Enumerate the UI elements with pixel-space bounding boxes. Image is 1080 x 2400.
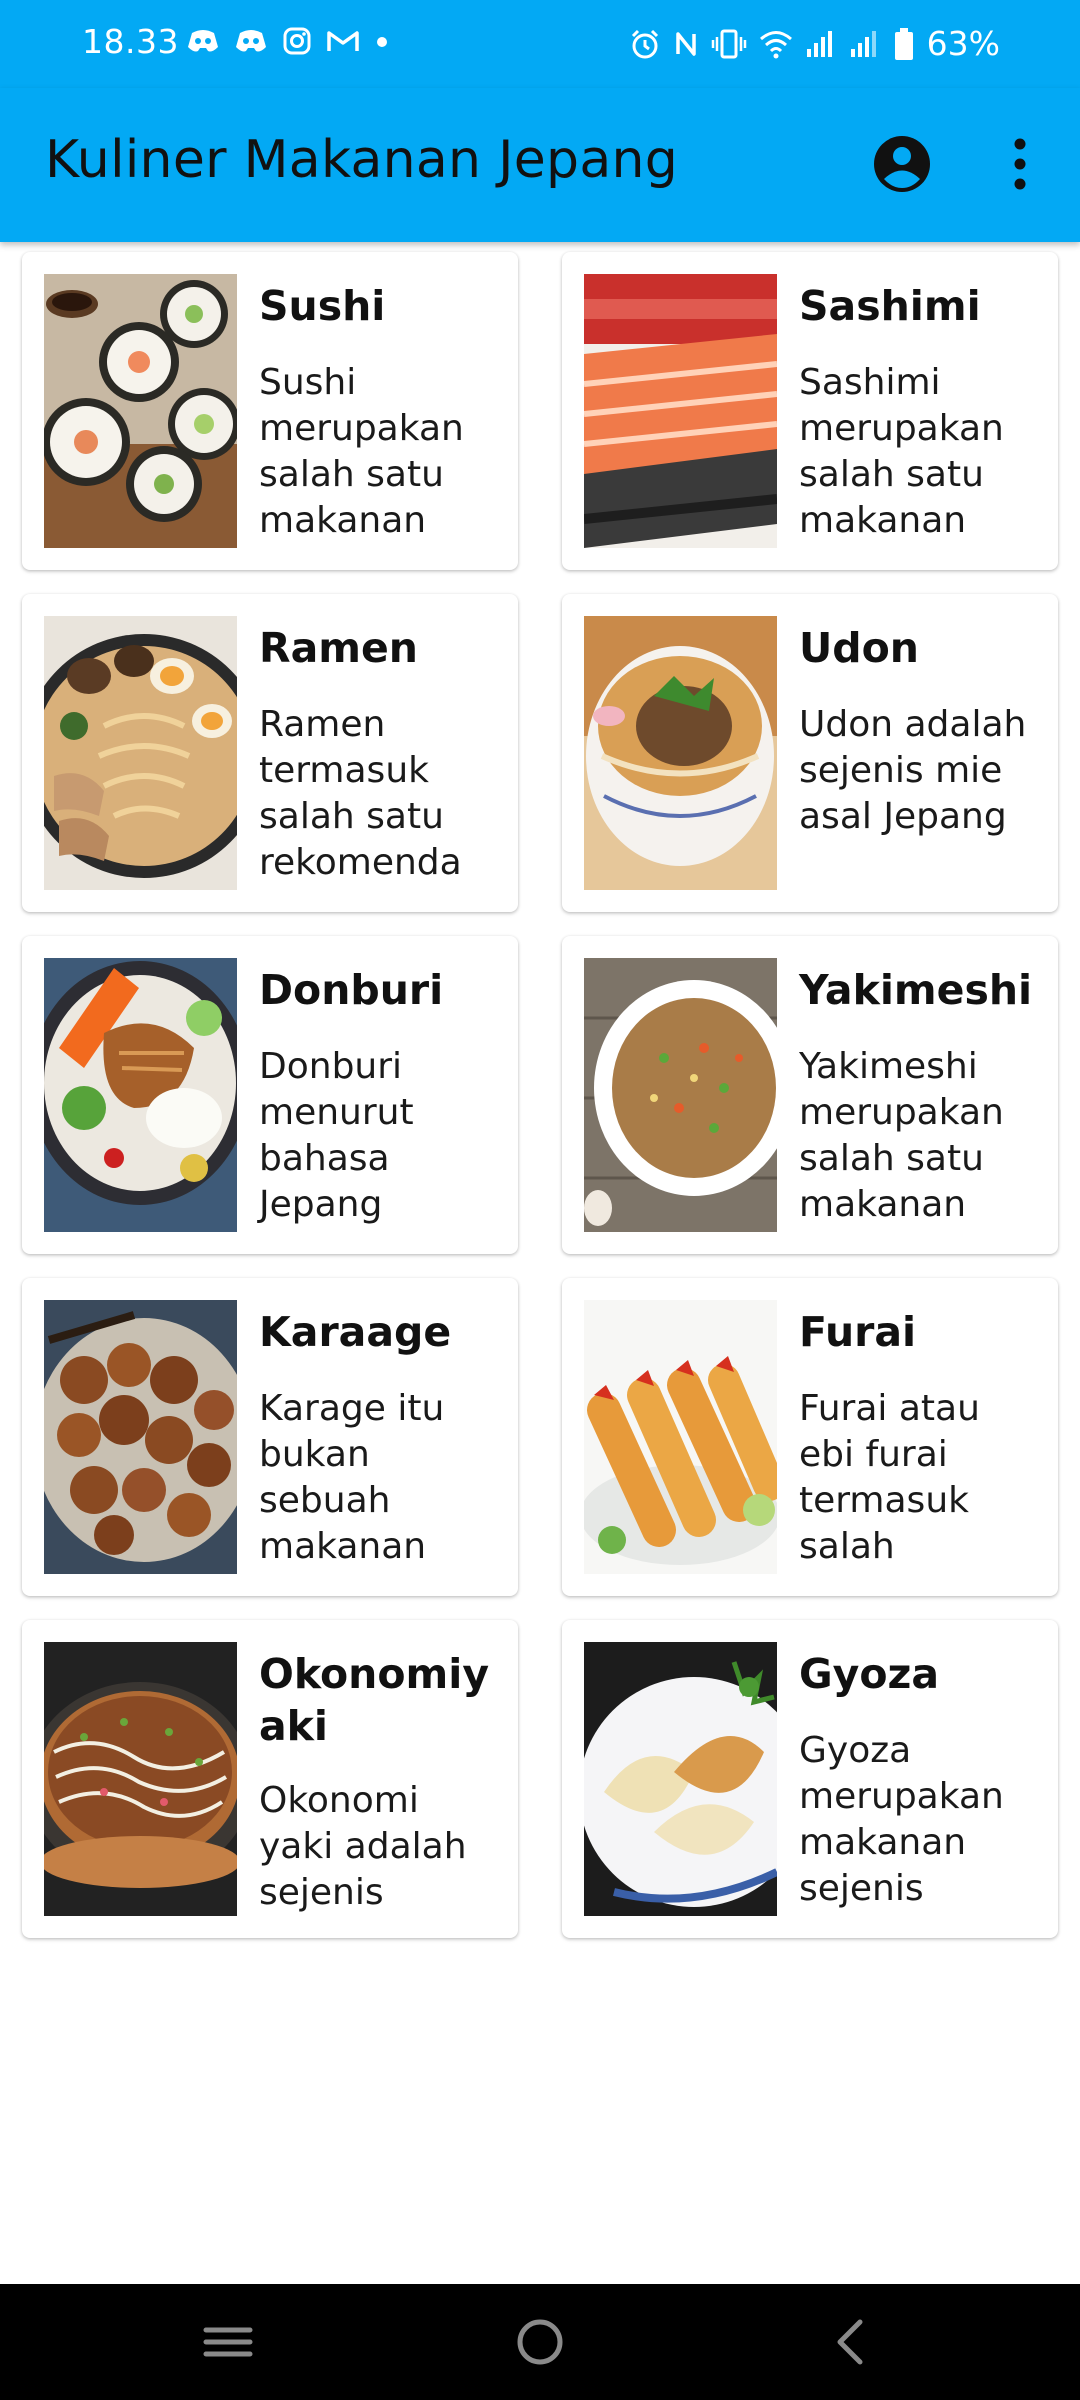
food-description: Ramen termasuk salah satu rekomenda xyxy=(259,704,462,883)
food-description: Udon adalah sejenis mie asal Jepang xyxy=(799,704,1027,837)
app-title: Kuliner Makanan Jepang xyxy=(45,130,679,190)
status-system-icons: 63% xyxy=(629,24,1000,63)
status-bar: 18.33 63% xyxy=(0,0,1080,88)
food-description: Furai atau ebi furai termasuk salah xyxy=(799,1388,980,1567)
dot-icon xyxy=(377,37,387,47)
food-card-gyoza[interactable]: Gyoza Gyoza merupakan makanan sejenis xyxy=(562,1620,1058,1938)
food-image-karaage xyxy=(44,1300,237,1574)
food-image-ramen xyxy=(44,616,237,890)
account-button[interactable] xyxy=(872,134,932,194)
status-notification-icons xyxy=(186,26,390,56)
food-description: Donburi menurut bahasa Jepang xyxy=(259,1046,414,1225)
food-card-yakimeshi[interactable]: Yakimeshi Yakimeshi merupakan salah satu… xyxy=(562,936,1058,1254)
food-image-okonomiyaki xyxy=(44,1642,237,1916)
food-card-sashimi[interactable]: Sashimi Sashimi merupakan salah satu mak… xyxy=(562,252,1058,570)
navigation-bar xyxy=(0,2284,1080,2400)
food-image-yakimeshi xyxy=(584,958,777,1232)
food-name: Okonomiyaki xyxy=(259,1650,490,1750)
battery-icon xyxy=(894,27,913,60)
status-time: 18.33 xyxy=(82,22,179,61)
food-card-furai[interactable]: Furai Furai atau ebi furai termasuk sala… xyxy=(562,1278,1058,1596)
discord-icon xyxy=(188,30,218,52)
food-image-donburi xyxy=(44,958,237,1232)
food-card-udon[interactable]: Udon Udon adalah sejenis mie asal Jepang xyxy=(562,594,1058,912)
food-card-karaage[interactable]: Karaage Karage itu bukan sebuah makanan xyxy=(22,1278,518,1596)
food-image-sushi xyxy=(44,274,237,548)
food-name: Karaage xyxy=(259,1308,452,1356)
recent-apps-button[interactable] xyxy=(198,2312,258,2372)
back-button[interactable] xyxy=(822,2312,882,2372)
food-image-udon xyxy=(584,616,777,890)
food-description: Gyoza merupakan makanan sejenis xyxy=(799,1730,1004,1909)
account-circle-icon xyxy=(874,136,930,192)
gmail-icon xyxy=(327,31,359,51)
nfc-icon xyxy=(675,31,696,56)
home-button[interactable] xyxy=(510,2312,570,2372)
food-card-ramen[interactable]: Ramen Ramen termasuk salah satu rekomend… xyxy=(22,594,518,912)
signal-icon xyxy=(850,30,876,57)
food-image-gyoza xyxy=(584,1642,777,1916)
overflow-menu-button[interactable] xyxy=(994,132,1046,196)
food-name: Sushi xyxy=(259,282,386,330)
app-bar: Kuliner Makanan Jepang xyxy=(0,88,1080,242)
food-description: Yakimeshi merupakan salah satu makanan xyxy=(799,1046,1004,1225)
food-image-sashimi xyxy=(584,274,777,548)
food-description: Karage itu bukan sebuah makanan xyxy=(259,1388,445,1567)
back-icon xyxy=(837,2319,863,2365)
food-description: Okonomi yaki adalah sejenis xyxy=(259,1780,467,1913)
discord-icon xyxy=(236,30,266,52)
signal-icon xyxy=(806,30,832,57)
screen: 18.33 63% Kuliner Makanan Jepang Sushi S… xyxy=(0,0,1080,2400)
wifi-icon xyxy=(759,30,792,58)
recent-apps-icon xyxy=(203,2327,253,2357)
food-image-furai xyxy=(584,1300,777,1574)
food-name: Furai xyxy=(799,1308,917,1356)
more-vert-icon xyxy=(1014,138,1026,190)
battery-level: 63% xyxy=(926,24,1000,63)
food-card-sushi[interactable]: Sushi Sushi merupakan salah satu makanan xyxy=(22,252,518,570)
alarm-icon xyxy=(631,29,658,58)
food-name: Donburi xyxy=(259,966,444,1014)
food-name: Gyoza xyxy=(799,1650,940,1698)
food-name: Udon xyxy=(799,624,919,672)
instagram-icon xyxy=(283,27,311,55)
food-card-donburi[interactable]: Donburi Donburi menurut bahasa Jepang xyxy=(22,936,518,1254)
home-icon xyxy=(517,2319,563,2365)
food-description: Sushi merupakan salah satu makanan xyxy=(259,362,464,541)
food-name: Sashimi xyxy=(799,282,981,330)
food-name: Yakimeshi xyxy=(799,966,1033,1014)
food-description: Sashimi merupakan salah satu makanan xyxy=(799,362,1004,541)
vibrate-icon xyxy=(711,29,746,58)
food-card-okonomiyaki[interactable]: Okonomiyaki Okonomi yaki adalah sejenis xyxy=(22,1620,518,1938)
food-name: Ramen xyxy=(259,624,418,672)
